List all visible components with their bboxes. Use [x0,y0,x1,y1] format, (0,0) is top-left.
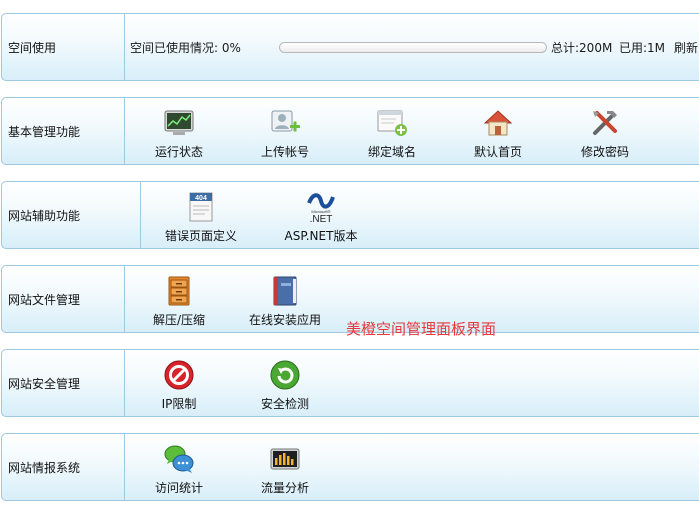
book-icon [273,276,297,306]
add-window-icon [377,110,407,136]
usage-panel: 空间使用 空间已使用情况: 0% 总计:200M 已用:1M 刷新 [1,13,699,81]
run-status-label: 运行状态 [154,145,203,159]
404-page-icon: 404 [189,192,213,222]
cabinet-icon [168,276,190,306]
site-intelligence-panel: 网站情报系统 访问统计 流量分析 [1,433,699,501]
visit-statistics-label: 访问统计 [154,481,203,495]
total-space: 总计:200M [551,40,613,55]
install-app-label: 在线安装应用 [248,313,321,327]
usage-text: 空间已使用情况: 0% [130,40,241,55]
usage-title: 空间使用 [8,40,57,55]
tools-icon [593,111,617,135]
site-intelligence-title: 网站情报系统 [8,460,81,475]
error-page-button[interactable]: 404 错误页面定义 [156,191,246,244]
bind-domain-label: 绑定域名 [367,145,416,159]
extract-compress-button[interactable]: 解压/压缩 [134,275,224,328]
chat-bubbles-icon [164,445,194,473]
upload-account-button[interactable]: 上传帐号 [240,107,330,160]
ip-restriction-button[interactable]: IP限制 [134,359,224,412]
equalizer-icon [270,448,300,470]
panel-divider [124,98,125,164]
404-badge: 404 [195,195,207,202]
usage-progress-bar [279,42,547,53]
ip-restriction-label: IP限制 [161,397,197,411]
change-password-button[interactable]: 修改密码 [560,107,650,160]
install-app-button[interactable]: 在线安装应用 [240,275,330,328]
security-check-label: 安全检测 [260,397,309,411]
panel-divider [124,266,125,332]
auxiliary-functions-panel: 网站辅助功能 404 错误页面定义 Microsoft® .NET ASP.NE… [1,181,699,249]
aspnet-version-button[interactable]: Microsoft® .NET ASP.NET版本 [276,191,366,244]
panel-divider [124,350,125,416]
monitor-chart-icon [164,110,194,135]
auxiliary-functions-title: 网站辅助功能 [8,208,81,223]
used-space: 已用:1M [619,40,666,55]
upload-account-label: 上传帐号 [260,145,309,159]
traffic-analysis-label: 流量分析 [260,481,309,495]
security-management-title: 网站安全管理 [8,376,81,391]
error-page-label: 错误页面定义 [164,229,237,243]
file-management-title: 网站文件管理 [8,292,81,307]
default-homepage-label: 默认首页 [473,145,522,159]
change-password-label: 修改密码 [580,145,629,159]
forbidden-icon [164,360,194,390]
default-homepage-button[interactable]: 默认首页 [453,107,543,160]
add-user-icon [271,110,300,132]
security-management-panel: 网站安全管理 IP限制 安全检测 [1,349,699,417]
traffic-analysis-button[interactable]: 流量分析 [240,443,330,496]
aspnet-version-label: ASP.NET版本 [284,229,358,243]
run-status-button[interactable]: 运行状态 [134,107,224,160]
security-check-button[interactable]: 安全检测 [240,359,330,412]
basic-management-title: 基本管理功能 [8,124,81,139]
home-icon [483,110,513,136]
extract-compress-label: 解压/压缩 [152,313,206,327]
basic-management-panel: 基本管理功能 运行状态 上传帐号 绑定域名 默认首页 修改密码 [1,97,699,165]
bind-domain-button[interactable]: 绑定域名 [347,107,437,160]
panel-divider [140,182,141,248]
dotnet-logo-big: .NET [310,214,333,223]
panel-caption: 美橙空间管理面板界面 [346,320,497,338]
refresh-check-icon [270,360,300,390]
refresh-link[interactable]: 刷新 [674,14,698,80]
dotnet-logo-icon: Microsoft® .NET [307,193,335,223]
visit-statistics-button[interactable]: 访问统计 [134,443,224,496]
panel-divider [124,14,125,80]
panel-divider [124,434,125,500]
